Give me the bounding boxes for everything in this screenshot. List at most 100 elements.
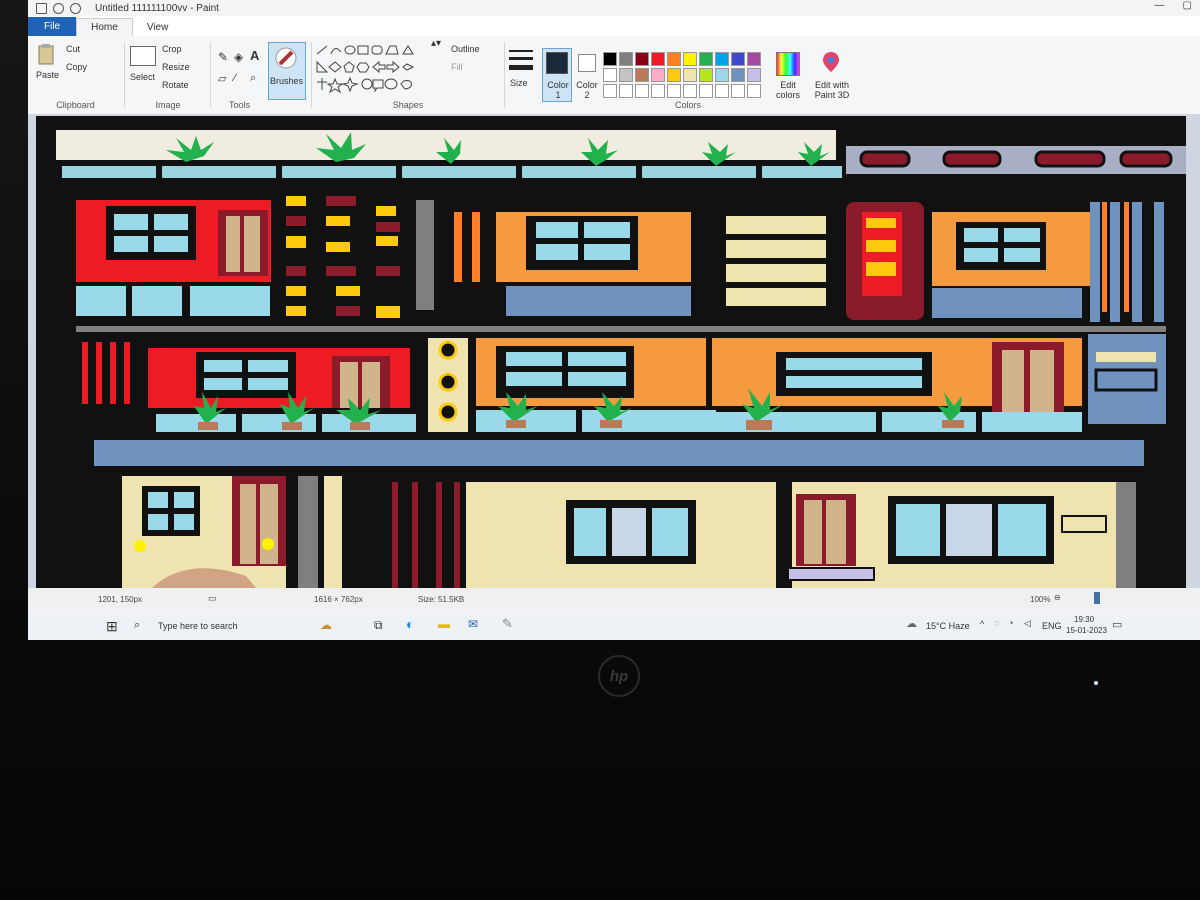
minimize-icon[interactable]: — <box>1155 0 1165 11</box>
size-group: Size <box>506 36 540 114</box>
power-led <box>1094 681 1098 685</box>
paste-label[interactable]: Paste <box>36 70 59 80</box>
save-icon[interactable] <box>36 2 47 14</box>
magnifier-icon[interactable]: ⌕ <box>250 72 256 85</box>
menu-tabs: File Home View <box>28 16 1200 36</box>
palette-swatch[interactable] <box>731 68 745 82</box>
palette-swatch[interactable] <box>651 84 665 98</box>
clock-date[interactable]: 15-01-2023 <box>1066 626 1107 635</box>
palette-swatch[interactable] <box>635 68 649 82</box>
fill-button[interactable]: Fill <box>451 62 463 72</box>
palette-swatch[interactable] <box>699 52 713 66</box>
paint3d-icon[interactable] <box>820 50 842 74</box>
tab-file[interactable]: File <box>28 17 77 36</box>
eraser-icon[interactable]: ▱ <box>218 72 226 85</box>
tray-chevron-icon[interactable]: ^ <box>980 619 984 629</box>
color2-label[interactable]: Color 2 <box>574 80 600 100</box>
brushes-label: Brushes <box>270 76 304 86</box>
palette-swatch[interactable] <box>651 52 665 66</box>
drawing-canvas[interactable] <box>36 116 1186 588</box>
clipboard-group-label: Clipboard <box>56 100 95 110</box>
zoom-out-icon[interactable]: ⊖ <box>1054 593 1061 602</box>
palette-swatch[interactable] <box>747 84 761 98</box>
taskbar-search-input[interactable]: Type here to search <box>158 621 238 631</box>
shapes-gallery[interactable] <box>315 44 430 98</box>
color1-label: Color 1 <box>547 80 569 100</box>
network-icon[interactable]: ◌ <box>994 618 999 628</box>
maximize-icon[interactable]: ▢ <box>1183 0 1192 11</box>
palette-swatch[interactable] <box>603 84 617 98</box>
tab-home[interactable]: Home <box>76 18 133 36</box>
select-icon[interactable] <box>130 46 156 66</box>
divider <box>311 42 312 108</box>
crop-button[interactable]: Crop <box>162 44 182 54</box>
paint-taskbar-icon[interactable]: ✎ <box>502 616 513 632</box>
mail-icon[interactable]: ✉ <box>468 617 478 631</box>
shapes-scroll-icon[interactable]: ▴▾ <box>431 38 441 49</box>
edge-icon[interactable]: ◐ <box>406 616 414 632</box>
edit-colors-icon[interactable] <box>776 52 800 76</box>
color-picker-icon[interactable]: ⁄ <box>234 72 236 84</box>
palette-swatch[interactable] <box>635 84 649 98</box>
palette-swatch[interactable] <box>715 52 729 66</box>
file-size: Size: 51.5KB <box>418 595 465 604</box>
palette-swatch[interactable] <box>619 68 633 82</box>
image-group: Select Crop Resize Rotate Image <box>126 36 210 114</box>
volume-icon[interactable]: ◁ <box>1024 618 1031 629</box>
cut-button[interactable]: Cut <box>66 44 80 54</box>
palette-swatch[interactable] <box>699 84 713 98</box>
palette-swatch[interactable] <box>667 52 681 66</box>
palette-swatch[interactable] <box>747 68 761 82</box>
resize-button[interactable]: Resize <box>162 62 190 72</box>
fill-icon[interactable]: ◈ <box>234 50 243 64</box>
palette-swatch[interactable] <box>619 84 633 98</box>
palette-swatch[interactable] <box>619 52 633 66</box>
palette-swatch[interactable] <box>699 68 713 82</box>
weather-icon: ☁ <box>906 618 917 630</box>
screen: Untitled 111111100vv - Paint — ▢ File Ho… <box>28 0 1200 640</box>
palette-swatch[interactable] <box>667 84 681 98</box>
tab-view[interactable]: View <box>133 19 183 36</box>
undo-icon[interactable] <box>53 2 64 14</box>
pencil-icon[interactable]: ✎ <box>218 50 228 64</box>
palette-swatch[interactable] <box>651 68 665 82</box>
palette-swatch[interactable] <box>715 68 729 82</box>
palette-swatch[interactable] <box>747 52 761 66</box>
redo-icon[interactable] <box>70 2 81 14</box>
language-indicator[interactable]: ENG <box>1042 621 1062 631</box>
image-group-label: Image <box>155 100 181 110</box>
zoom-slider[interactable] <box>1094 592 1100 604</box>
palette-swatch[interactable] <box>731 84 745 98</box>
wifi-icon[interactable]: ◔ <box>1008 618 1013 628</box>
weather-text[interactable]: 15°C Haze <box>926 621 970 631</box>
text-icon[interactable]: A <box>250 48 259 63</box>
palette-swatch[interactable] <box>603 52 617 66</box>
task-view-icon[interactable]: ⧉ <box>374 618 383 633</box>
edit-colors-button[interactable]: Edit colors <box>770 80 806 100</box>
size-label: Size <box>510 78 528 88</box>
size-icon[interactable] <box>508 46 534 74</box>
paste-icon[interactable] <box>36 42 56 66</box>
notification-icon[interactable]: ▭ <box>1112 618 1122 631</box>
divider <box>124 42 125 108</box>
file-explorer-icon[interactable]: ▬ <box>438 617 450 631</box>
palette-swatch[interactable] <box>715 84 729 98</box>
palette-swatch[interactable] <box>603 68 617 82</box>
outline-button[interactable]: Outline <box>451 44 480 54</box>
news-widget-icon[interactable]: ☁ <box>320 618 332 632</box>
palette-swatch[interactable] <box>683 68 697 82</box>
palette-swatch[interactable] <box>683 52 697 66</box>
windows-start-icon[interactable]: ⊞ <box>106 618 118 635</box>
brush-icon <box>274 46 298 70</box>
palette-swatch[interactable] <box>667 68 681 82</box>
rotate-button[interactable]: Rotate <box>162 80 189 90</box>
copy-button[interactable]: Copy <box>66 62 87 72</box>
select-button[interactable]: Select <box>130 72 155 82</box>
palette-swatch[interactable] <box>635 52 649 66</box>
palette-swatch[interactable] <box>731 52 745 66</box>
edit-3d-button[interactable]: Edit with Paint 3D <box>808 80 856 100</box>
palette-swatch[interactable] <box>683 84 697 98</box>
search-icon: ⌕ <box>134 619 141 631</box>
color2-swatch[interactable] <box>578 54 596 72</box>
clock-time[interactable]: 19:30 <box>1074 615 1094 624</box>
